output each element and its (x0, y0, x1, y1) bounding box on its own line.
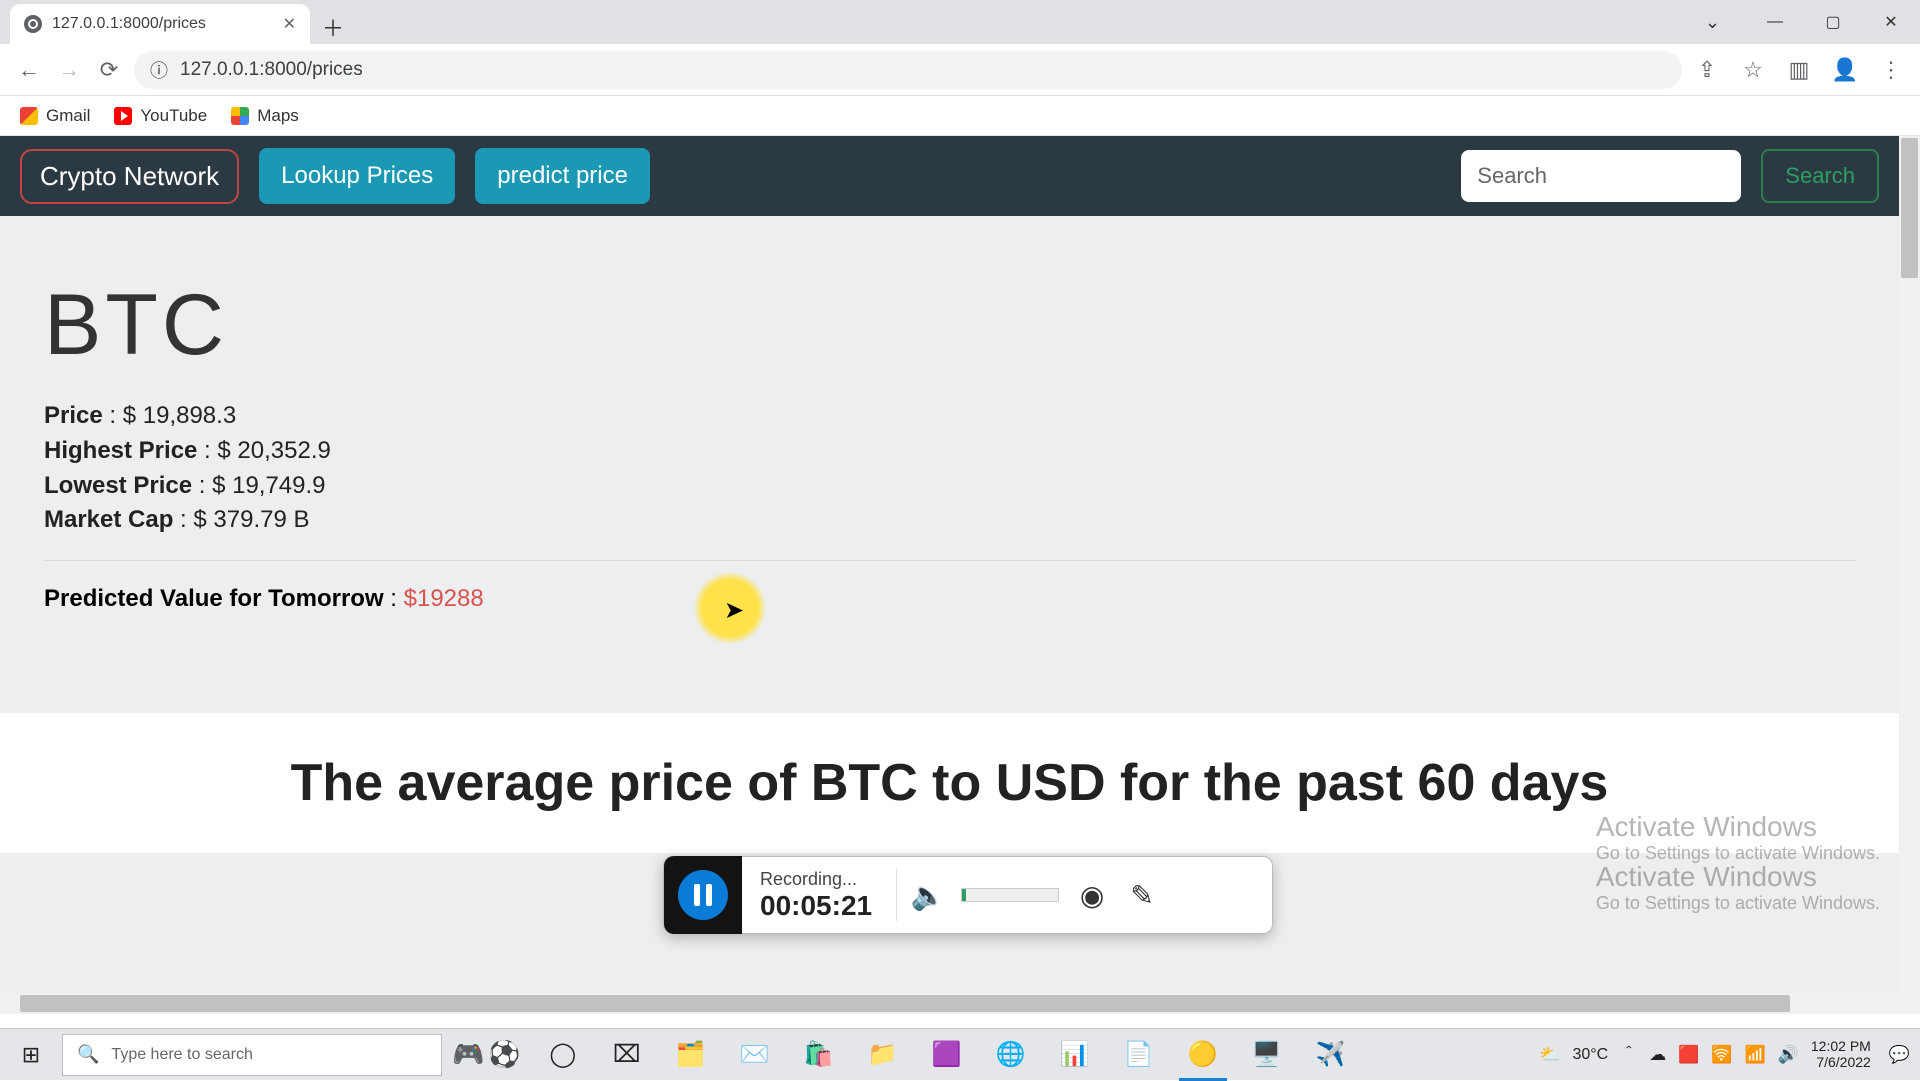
activate-windows-watermark: Activate Windows Go to Settings to activ… (1596, 861, 1880, 914)
stat-price: Price : $ 19,898.3 (44, 399, 1855, 434)
reload-icon[interactable]: ⟳ (94, 55, 124, 85)
mute-icon[interactable]: 🔈 (903, 879, 953, 912)
window-maximize-icon[interactable]: ▢ (1804, 0, 1862, 44)
stat-marketcap: Market Cap : $ 379.79 B (44, 503, 1855, 538)
search-icon: 🔍 (77, 1044, 99, 1065)
taskbar-clock[interactable]: 12:02 PM 7/6/2022 (1811, 1039, 1877, 1070)
app-icon[interactable]: 🟪 (915, 1029, 979, 1081)
powerpoint-icon[interactable]: 📊 (1043, 1029, 1107, 1081)
taskbar-search[interactable]: 🔍 Type here to search (62, 1034, 442, 1076)
window-close-icon[interactable]: ✕ (1862, 0, 1920, 44)
volume-meter (961, 888, 1059, 902)
divider (44, 560, 1855, 561)
horizontal-scrollbar[interactable] (0, 993, 1899, 1014)
notifications-icon[interactable]: 💬 (1889, 1045, 1910, 1065)
forward-icon: → (54, 55, 84, 85)
tray-app-icon[interactable]: 🟥 (1678, 1045, 1699, 1065)
search-placeholder: Search (1477, 163, 1547, 189)
globe-icon (24, 15, 42, 33)
file-explorer-icon[interactable]: 🗂️ (659, 1029, 723, 1081)
annotate-icon[interactable]: ✎ (1117, 879, 1167, 912)
volume-icon[interactable]: 🔊 (1778, 1045, 1799, 1065)
window-minimize-icon[interactable]: — (1746, 0, 1804, 44)
word-icon[interactable]: 📄 (1107, 1029, 1171, 1081)
network-icon[interactable]: 🛜 (1711, 1045, 1732, 1065)
share-icon[interactable]: ⇪ (1692, 55, 1722, 85)
taskbar-widgets[interactable]: 🎮⚽ (442, 1039, 531, 1070)
activate-windows-watermark: Activate Windows Go to Settings to activ… (1596, 811, 1880, 864)
store-icon[interactable]: 🛍️ (787, 1029, 851, 1081)
bookmark-gmail[interactable]: Gmail (20, 106, 90, 126)
cortana-icon[interactable]: ⌧ (595, 1029, 659, 1081)
stat-lowest: Lowest Price : $ 19,749.9 (44, 469, 1855, 504)
tab-strip: 127.0.0.1:8000/prices ✕ ＋ ⌄ — ▢ ✕ (0, 0, 1920, 44)
bookmarks-bar: Gmail YouTube Maps (0, 96, 1920, 136)
profile-icon[interactable]: 👤 (1830, 55, 1860, 85)
tab-title: 127.0.0.1:8000/prices (52, 15, 206, 33)
wifi-icon[interactable]: 📶 (1745, 1045, 1766, 1065)
kebab-menu-icon[interactable]: ⋮ (1876, 55, 1906, 85)
crypto-symbol-heading: BTC (44, 276, 1855, 375)
search-input[interactable]: Search (1461, 150, 1741, 202)
start-button[interactable]: ⊞ (0, 1029, 62, 1081)
bookmark-label: Maps (257, 106, 299, 126)
bookmark-label: YouTube (140, 106, 207, 126)
chrome-icon[interactable]: 🟡 (1171, 1029, 1235, 1081)
app-icon[interactable]: ✈️ (1299, 1029, 1363, 1081)
bookmark-youtube[interactable]: YouTube (114, 106, 207, 126)
maps-icon (231, 107, 249, 125)
edge-icon[interactable]: 🌐 (979, 1029, 1043, 1081)
stat-highest: Highest Price : $ 20,352.9 (44, 434, 1855, 469)
weather-temp: 30°C (1572, 1046, 1608, 1064)
taskbar: ⊞ 🔍 Type here to search 🎮⚽ ◯ ⌧ 🗂️ ✉️ 🛍️ … (0, 1028, 1920, 1080)
vertical-scrollbar[interactable] (1899, 136, 1920, 1014)
lookup-prices-button[interactable]: Lookup Prices (259, 148, 455, 204)
pause-button[interactable] (678, 870, 728, 920)
star-icon[interactable]: ☆ (1738, 55, 1768, 85)
bookmark-label: Gmail (46, 106, 90, 126)
predict-price-button[interactable]: predict price (475, 148, 650, 204)
webcam-icon[interactable]: ◉ (1067, 879, 1117, 912)
folder-icon[interactable]: 📁 (851, 1029, 915, 1081)
weather-icon[interactable]: ⛅ (1539, 1045, 1560, 1065)
taskbar-search-placeholder: Type here to search (111, 1046, 252, 1064)
tabs-menu-icon[interactable]: ⌄ (1705, 12, 1720, 33)
task-view-icon[interactable]: ◯ (531, 1029, 595, 1081)
mail-icon[interactable]: ✉️ (723, 1029, 787, 1081)
browser-tab[interactable]: 127.0.0.1:8000/prices ✕ (10, 4, 310, 44)
chart-title: The average price of BTC to USD for the … (0, 753, 1899, 813)
onedrive-icon[interactable]: ☁ (1649, 1045, 1666, 1065)
tray-chevron-icon[interactable]: ＾ (1620, 1042, 1637, 1067)
site-info-icon[interactable]: ⓘ (150, 57, 168, 83)
gmail-icon (20, 107, 38, 125)
url-text: 127.0.0.1:8000/prices (180, 59, 363, 81)
back-icon[interactable]: ← (14, 55, 44, 85)
terminal-icon[interactable]: 🖥️ (1235, 1029, 1299, 1081)
brand-link[interactable]: Crypto Network (20, 149, 239, 204)
site-navbar: Crypto Network Lookup Prices predict pri… (0, 136, 1899, 216)
address-row: ← → ⟳ ⓘ 127.0.0.1:8000/prices ⇪ ☆ ▥ 👤 ⋮ (0, 44, 1920, 96)
new-tab-button[interactable]: ＋ (316, 10, 350, 44)
close-tab-icon[interactable]: ✕ (283, 14, 296, 34)
recording-status: Recording... (760, 869, 872, 890)
youtube-icon (114, 107, 132, 125)
address-bar[interactable]: ⓘ 127.0.0.1:8000/prices (134, 51, 1682, 89)
sidepanel-icon[interactable]: ▥ (1784, 55, 1814, 85)
page-viewport: Crypto Network Lookup Prices predict pri… (0, 136, 1920, 1014)
predicted-value: Predicted Value for Tomorrow : $19288 (44, 585, 1855, 613)
screen-recorder-overlay[interactable]: Recording... 00:05:21 🔈 ◉ ✎ (663, 856, 1273, 934)
search-button[interactable]: Search (1761, 149, 1879, 203)
bookmark-maps[interactable]: Maps (231, 106, 299, 126)
recording-elapsed: 00:05:21 (760, 890, 872, 922)
